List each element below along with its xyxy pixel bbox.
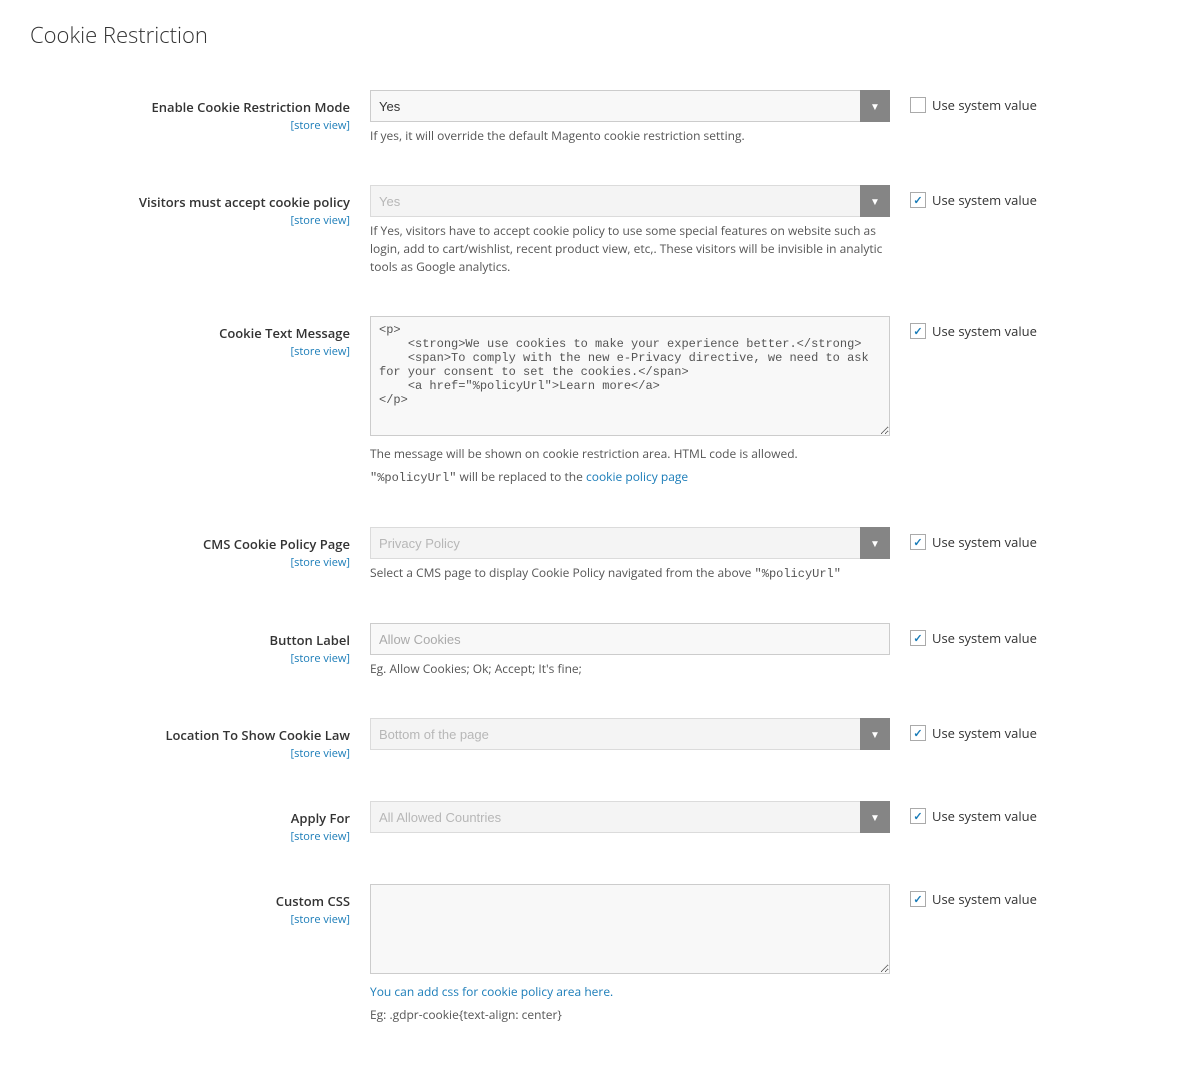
hint-custom-css-line2: Eg: .gdpr-cookie{text-align: center} [370, 1006, 890, 1024]
store-view-location: [store view] [30, 746, 350, 761]
field-label: Enable Cookie Restriction Mode [30, 98, 350, 116]
field-label-apply: Apply For [30, 809, 350, 827]
input-col-button-label: Eg. Allow Cookies; Ok; Accept; It's fine… [370, 623, 910, 678]
input-col-visitors: Yes No If Yes, visitors have to accept c… [370, 185, 910, 276]
textarea-custom-css[interactable] [370, 884, 890, 974]
select-cms-cookie[interactable]: Privacy Policy [370, 527, 890, 559]
hint-enable-cookie: If yes, it will override the default Mag… [370, 127, 890, 145]
label-visitors-accept: Visitors must accept cookie policy [stor… [30, 185, 370, 228]
system-value-label-location: Use system value [932, 724, 1037, 742]
field-row-custom-css: Custom CSS [store view] You can add css … [30, 874, 1163, 1034]
textarea-cookie-text[interactable]: <p> <strong>We use cookies to make your … [370, 316, 890, 436]
hint-button-label: Eg. Allow Cookies; Ok; Accept; It's fine… [370, 660, 890, 678]
input-button-label[interactable] [370, 623, 890, 655]
system-value-label-enable-cookie: Use system value [932, 96, 1037, 114]
input-col-location-cookie: Bottom of the page Top of the page [370, 718, 910, 750]
store-view-cms-cookie: [store view] [30, 555, 350, 570]
input-col-cms-cookie: Privacy Policy Select a CMS page to disp… [370, 527, 910, 583]
hint-cookie-text-line1: The message will be shown on cookie rest… [370, 445, 890, 463]
field-row-enable-cookie: Enable Cookie Restriction Mode [store vi… [30, 80, 1163, 155]
label-enable-cookie: Enable Cookie Restriction Mode [store vi… [30, 90, 370, 133]
system-value-label-button-label: Use system value [932, 629, 1037, 647]
checkbox-apply-for[interactable] [910, 808, 926, 824]
system-value-col-visitors: Use system value [910, 185, 1070, 209]
checkbox-location-cookie[interactable] [910, 725, 926, 741]
label-custom-css: Custom CSS [store view] [30, 884, 370, 927]
system-value-col-custom-css: Use system value [910, 884, 1070, 908]
store-view-apply: [store view] [30, 829, 350, 844]
select-apply-for[interactable]: All Allowed Countries [370, 801, 890, 833]
field-row-apply-for: Apply For [store view] All Allowed Count… [30, 791, 1163, 854]
select-wrapper-enable-cookie: Yes No [370, 90, 890, 122]
hint-cookie-text-line2: "%policyUrl" will be replaced to the coo… [370, 468, 890, 487]
system-value-label-cookie-text: Use system value [932, 322, 1037, 340]
label-apply-for: Apply For [store view] [30, 801, 370, 844]
select-wrapper-apply: All Allowed Countries [370, 801, 890, 833]
input-col-apply-for: All Allowed Countries [370, 801, 910, 833]
store-view-custom-css: [store view] [30, 912, 350, 927]
checkbox-visitors[interactable] [910, 192, 926, 208]
label-button-label: Button Label [store view] [30, 623, 370, 666]
field-row-visitors-accept: Visitors must accept cookie policy [stor… [30, 175, 1163, 286]
hint-cms-cookie: Select a CMS page to display Cookie Poli… [370, 564, 890, 583]
field-row-location-cookie: Location To Show Cookie Law [store view]… [30, 708, 1163, 771]
system-value-col-apply-for: Use system value [910, 801, 1070, 825]
checkbox-cookie-text[interactable] [910, 323, 926, 339]
input-col-enable-cookie: Yes No If yes, it will override the defa… [370, 90, 910, 145]
system-value-label-visitors: Use system value [932, 191, 1037, 209]
hint-mono-policy-url: "%policyUrl" [370, 471, 456, 485]
system-value-col-location: Use system value [910, 718, 1070, 742]
hint-custom-css-line1: You can add css for cookie policy area h… [370, 983, 890, 1001]
page-title: Cookie Restriction [30, 20, 1163, 50]
hint-visitors: If Yes, visitors have to accept cookie p… [370, 222, 890, 276]
field-row-cms-cookie: CMS Cookie Policy Page [store view] Priv… [30, 517, 1163, 593]
field-label-custom-css: Custom CSS [30, 892, 350, 910]
system-value-col-cookie-text: Use system value [910, 316, 1070, 340]
select-wrapper-cms-cookie: Privacy Policy [370, 527, 890, 559]
system-value-col-cms-cookie: Use system value [910, 527, 1070, 551]
field-row-button-label: Button Label [store view] Eg. Allow Cook… [30, 613, 1163, 688]
label-location-cookie: Location To Show Cookie Law [store view] [30, 718, 370, 761]
system-value-label-custom-css: Use system value [932, 890, 1037, 908]
field-row-cookie-text: Cookie Text Message [store view] <p> <st… [30, 306, 1163, 497]
checkbox-button-label[interactable] [910, 630, 926, 646]
field-label-cookie-text: Cookie Text Message [30, 324, 350, 342]
select-wrapper-location: Bottom of the page Top of the page [370, 718, 890, 750]
system-value-col-button-label: Use system value [910, 623, 1070, 647]
select-wrapper-visitors: Yes No [370, 185, 890, 217]
select-visitors[interactable]: Yes No [370, 185, 890, 217]
select-location-cookie[interactable]: Bottom of the page Top of the page [370, 718, 890, 750]
store-view-visitors: [store view] [30, 213, 350, 228]
store-view-button-label: [store view] [30, 651, 350, 666]
input-col-cookie-text: <p> <strong>We use cookies to make your … [370, 316, 910, 487]
checkbox-enable-cookie[interactable] [910, 97, 926, 113]
input-col-custom-css: You can add css for cookie policy area h… [370, 884, 910, 1024]
select-enable-cookie[interactable]: Yes No [370, 90, 890, 122]
field-label-button: Button Label [30, 631, 350, 649]
label-cookie-text: Cookie Text Message [store view] [30, 316, 370, 359]
system-value-col-enable-cookie: Use system value [910, 90, 1070, 114]
checkbox-custom-css[interactable] [910, 891, 926, 907]
label-cms-cookie: CMS Cookie Policy Page [store view] [30, 527, 370, 570]
store-view-cookie-text: [store view] [30, 344, 350, 359]
system-value-label-cms-cookie: Use system value [932, 533, 1037, 551]
checkbox-cms-cookie[interactable] [910, 534, 926, 550]
field-label-location: Location To Show Cookie Law [30, 726, 350, 744]
field-label-cms-cookie: CMS Cookie Policy Page [30, 535, 350, 553]
form-section: Enable Cookie Restriction Mode [store vi… [30, 80, 1163, 1034]
system-value-label-apply: Use system value [932, 807, 1037, 825]
hint-mono-cms: "%policyUrl" [755, 567, 841, 581]
store-view-label: [store view] [30, 118, 350, 133]
hint-blue-cookie-text: cookie policy page [586, 468, 688, 485]
field-label-visitors: Visitors must accept cookie policy [30, 193, 350, 211]
